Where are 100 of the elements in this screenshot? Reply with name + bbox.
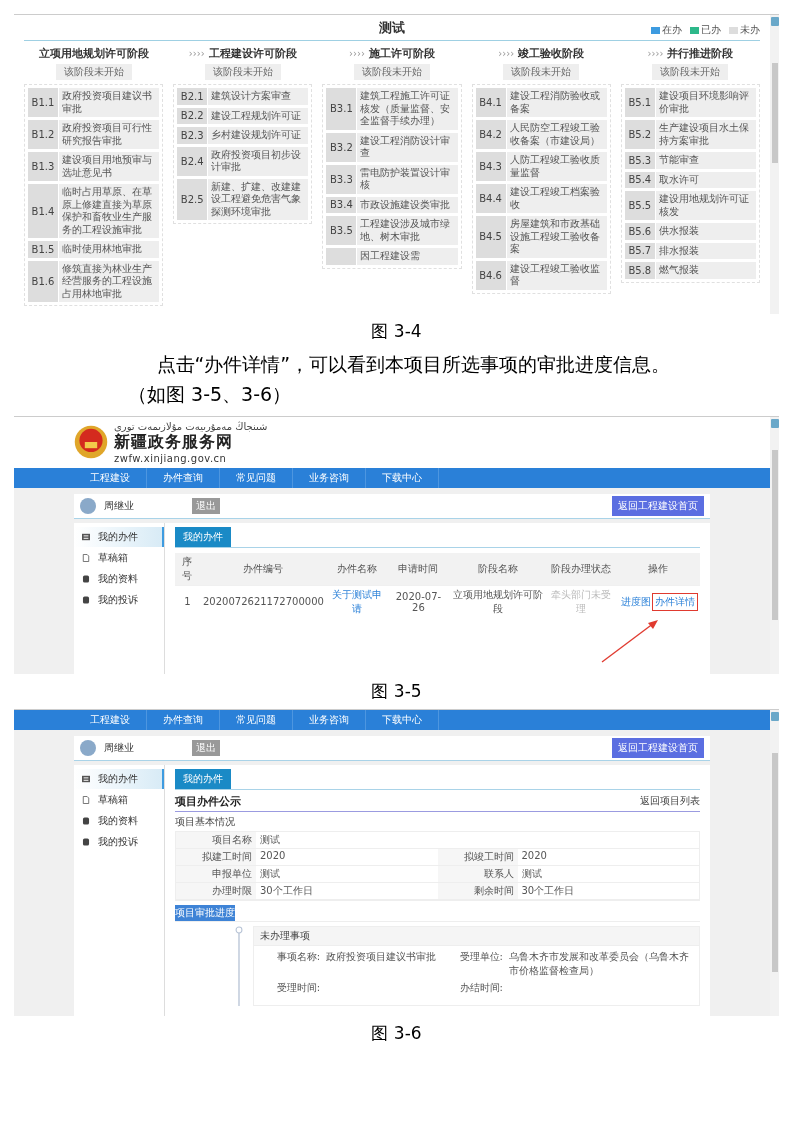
nav-item[interactable]: 常见问题 <box>220 467 293 488</box>
scrollbar[interactable] <box>770 416 779 674</box>
approval-item[interactable]: B5.3 节能审查 <box>624 152 756 169</box>
item-text: 供水报装 <box>655 223 756 240</box>
item-code: B5.4 <box>624 171 655 188</box>
chart-title: 测试 <box>379 19 405 37</box>
sidebar-item[interactable]: 我的投诉 <box>74 831 164 852</box>
item-text: 建筑设计方案审查 <box>208 88 309 105</box>
database-icon <box>82 595 90 604</box>
item-text: 建设项目用地预审与选址意见书 <box>59 152 160 181</box>
approval-item[interactable]: B2.5 新建、扩建、改建建设工程避免危害气象探测环境审批 <box>177 178 309 220</box>
approval-item[interactable]: B5.6 供水报装 <box>624 223 756 240</box>
table-cell: 牵头部门未受理 <box>546 585 616 618</box>
nav-item[interactable]: 常见问题 <box>220 709 293 730</box>
nav-item[interactable]: 下载中心 <box>366 709 439 730</box>
column-header: 操作 <box>615 552 700 586</box>
item-code: B4.1 <box>475 88 506 117</box>
nav-item[interactable]: 办件查询 <box>147 467 220 488</box>
database-icon <box>82 816 90 825</box>
case-link[interactable]: 关于测试申请 <box>326 585 388 618</box>
item-text: 工程建设涉及城市绿地、树木审批 <box>357 216 458 245</box>
scrollbar[interactable] <box>770 709 779 1016</box>
stage-status: 该阶段未开始 <box>652 64 729 80</box>
item-text: 建设工程竣工档案验收 <box>506 184 607 213</box>
field-value: 政府投资项目建议书审批 <box>326 949 436 964</box>
avatar-icon <box>80 497 96 514</box>
item-text: 人防工程竣工验收质量监督 <box>506 152 607 181</box>
sidebar-item[interactable]: 草稿箱 <box>74 789 164 810</box>
approval-item[interactable]: B1.6 修筑直接为林业生产经营服务的工程设施占用林地审批 <box>28 260 160 302</box>
approval-item[interactable]: B3.1 建筑工程施工许可证核发（质量监督、安全监督手续办理） <box>326 88 458 130</box>
figure-caption: 图 3-4 <box>370 320 423 343</box>
stage-title: 竣工验收阶段 <box>518 46 585 61</box>
approval-item[interactable]: B3.4 市政设施建设类审批 <box>326 196 458 213</box>
legend-label: 未办 <box>740 23 760 37</box>
item-text: 房屋建筑和市政基础设施工程竣工验收备案 <box>506 216 607 258</box>
tab[interactable]: 我的办件 <box>175 768 231 789</box>
action-link[interactable]: 办件详情 <box>653 593 697 610</box>
nav-item[interactable]: 业务咨询 <box>293 467 366 488</box>
field-value: 测试 <box>517 865 699 883</box>
item-text: 建设用地规划许可证核发 <box>655 191 756 220</box>
item-text: 建设工程规划许可证 <box>208 107 309 124</box>
sidebar-item[interactable]: 我的资料 <box>74 568 164 589</box>
figure-caption: 图 3-6 <box>370 1021 423 1045</box>
item-text: 建设工程消防验收或备案 <box>506 88 607 117</box>
item-text: 生产建设项目水土保持方案审批 <box>655 120 756 149</box>
nav-item[interactable]: 工程建设 <box>74 709 147 730</box>
nav-item[interactable]: 业务咨询 <box>293 709 366 730</box>
user-name: 周继业 <box>104 740 135 755</box>
window-icon[interactable] <box>770 418 779 428</box>
item-text: 燃气报装 <box>655 262 756 279</box>
nav-item[interactable]: 工程建设 <box>74 467 147 488</box>
tab[interactable]: 我的办件 <box>175 526 231 547</box>
action-link[interactable]: 进度图 <box>619 593 653 610</box>
item-text: 政府投资项目初步设计审批 <box>208 146 309 176</box>
nav-item[interactable]: 下载中心 <box>366 467 439 488</box>
home-button[interactable]: 返回工程建设首页 <box>612 495 704 516</box>
item-code: B4.3 <box>475 152 506 181</box>
window-icon[interactable] <box>770 17 779 26</box>
body-paragraph: 点击“办件详情”，可以看到本项目所选事项的审批进度信息。（如图 3-5、3-6） <box>128 352 672 408</box>
stage-arrow: ›››› <box>498 48 515 59</box>
scrollbar[interactable] <box>770 15 779 314</box>
field-value: 30个工作日 <box>517 882 699 900</box>
figure-caption: 图 3-5 <box>370 679 423 703</box>
item-code: B4.4 <box>475 184 506 213</box>
approval-item[interactable]: B5.7 排水报装 <box>624 242 756 259</box>
item-code: B4.5 <box>475 216 506 258</box>
approval-item[interactable]: B2.2 建设工程规划许可证 <box>177 107 309 124</box>
approval-item[interactable]: B4.5 房屋建筑和市政基础设施工程竣工验收备案 <box>475 216 607 258</box>
sidebar-item[interactable]: 我的资料 <box>74 810 164 831</box>
list-icon <box>82 532 90 541</box>
approval-item[interactable]: B2.3 乡村建设规划许可证 <box>177 127 309 144</box>
database-icon <box>82 837 90 846</box>
sidebar-item[interactable]: 草稿箱 <box>74 547 164 568</box>
item-code: B2.2 <box>177 107 208 124</box>
window-icon[interactable] <box>770 711 779 721</box>
back-link[interactable]: 返回项目列表 <box>640 794 700 809</box>
field-label: 受理时间: <box>275 980 320 995</box>
item-code: B1.3 <box>28 152 58 181</box>
section-label: 项目审批进度 <box>175 904 235 921</box>
card-title: 未办理事项 <box>254 926 699 946</box>
pointer-arrow <box>601 619 658 663</box>
approval-item[interactable]: B2.1 建筑设计方案审查 <box>177 88 309 105</box>
nav-item[interactable]: 办件查询 <box>147 709 220 730</box>
home-button[interactable]: 返回工程建设首页 <box>612 737 704 758</box>
field-value: 2020 <box>517 848 699 866</box>
item-code: B2.1 <box>177 88 208 105</box>
approval-item[interactable]: B5.4 取水许可 <box>624 171 756 188</box>
approval-item[interactable]: 因工程建设需 <box>326 248 458 265</box>
item-text: 建筑工程施工许可证核发（质量监督、安全监督手续办理） <box>357 88 458 130</box>
item-text: 人民防空工程竣工验收备案（市建设局） <box>506 120 607 149</box>
approval-item[interactable]: B1.5 临时使用林地审批 <box>28 241 160 258</box>
approval-item[interactable]: B5.8 燃气报装 <box>624 262 756 279</box>
item-text: 临时使用林地审批 <box>59 241 160 258</box>
stage-status: 该阶段未开始 <box>354 64 430 80</box>
sidebar-item[interactable]: 我的投诉 <box>74 589 164 610</box>
item-text: 临时占用草原、在草原上修建直接为草原保护和畜牧业生产服务的工程设施审批 <box>59 184 160 238</box>
item-text: 建设项目环境影响评价审批 <box>655 88 756 117</box>
item-code: B1.1 <box>28 88 58 117</box>
item-code: B1.6 <box>28 260 58 302</box>
item-code: B5.1 <box>624 88 655 117</box>
